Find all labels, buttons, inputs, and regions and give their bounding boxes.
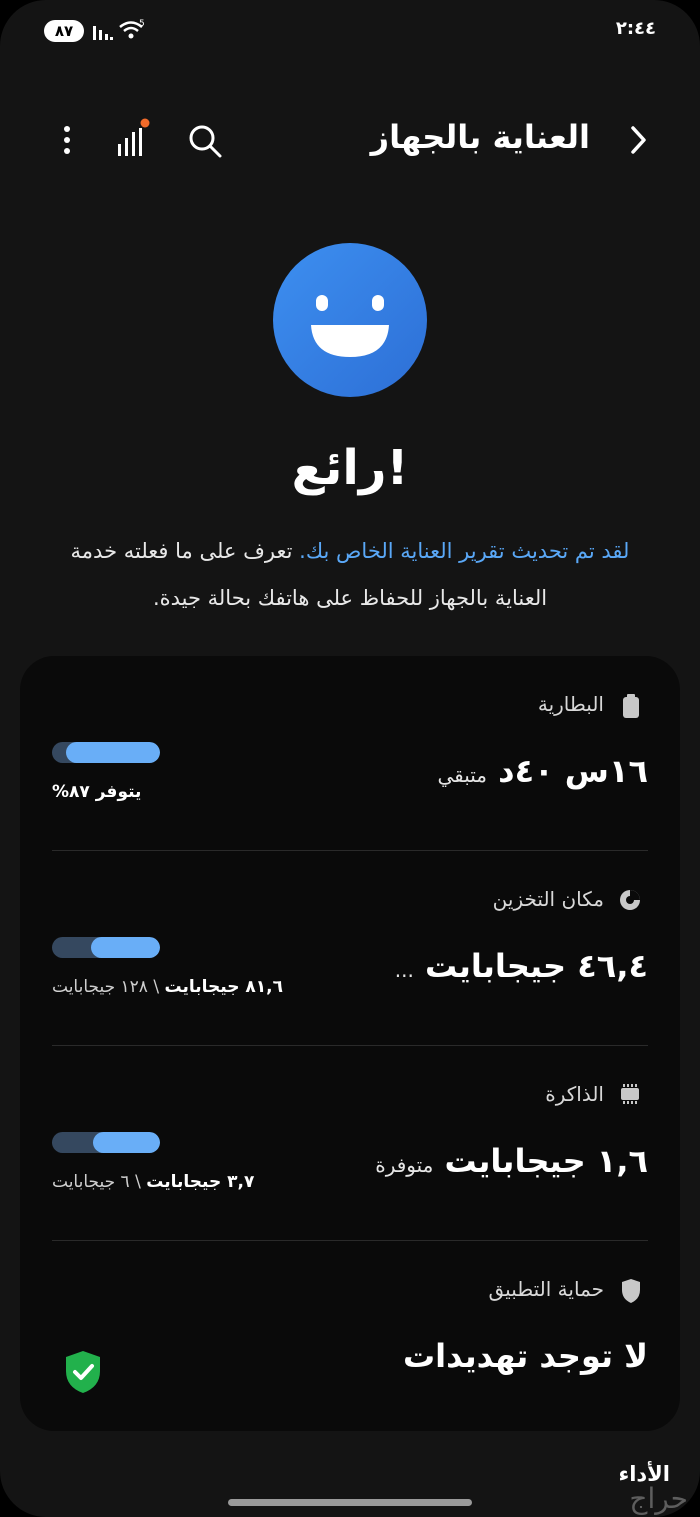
app-protection-label: حماية التطبيق — [488, 1277, 604, 1301]
search-icon[interactable] — [186, 122, 224, 160]
storage-available: ٤٦,٤ جيجابايت ... — [395, 947, 648, 985]
battery-icon — [623, 694, 639, 718]
svg-text:5: 5 — [139, 19, 145, 29]
battery-time: ١٦س ٤٠د — [498, 752, 648, 790]
care-report-link[interactable]: لقد تم تحديث تقرير العناية الخاص بك. — [299, 539, 629, 563]
storage-total: \ ١٢٨ جيجابايت — [52, 977, 165, 997]
memory-section[interactable]: الذاكرة ١,٦ جيجابايت متوفرة ٣,٧ جيجابايت… — [20, 1046, 680, 1241]
storage-bar — [52, 937, 160, 958]
app-protection-section[interactable]: حماية التطبيق لا توجد تهديدات — [20, 1241, 680, 1436]
memory-total: \ ٦ جيجابايت — [52, 1172, 147, 1192]
status-card: البطارية ١٦س ٤٠د متبقي يتوفر ٨٧% مكان ال… — [20, 656, 680, 1431]
status-headline: رائع! — [291, 440, 409, 496]
battery-suffix: متبقي — [437, 763, 488, 787]
battery-bar-fill — [66, 742, 160, 763]
clock: ٢:٤٤ — [615, 18, 656, 39]
watermark: حراج — [629, 1482, 688, 1515]
memory-label: الذاكرة — [545, 1082, 604, 1106]
memory-bar-fill — [93, 1132, 160, 1153]
threats-status: لا توجد تهديدات — [403, 1337, 648, 1375]
home-indicator[interactable] — [228, 1499, 472, 1506]
more-options-icon[interactable] — [56, 124, 78, 160]
status-smiley-icon — [273, 243, 427, 397]
storage-pie-icon — [620, 890, 640, 910]
battery-available: يتوفر ٨٧% — [52, 782, 141, 802]
diagnostics-icon[interactable] — [112, 118, 154, 160]
shield-icon — [622, 1279, 640, 1303]
battery-label: البطارية — [537, 692, 604, 716]
memory-available: ١,٦ جيجابايت متوفرة — [375, 1142, 648, 1180]
battery-indicator: ٨٧ — [44, 20, 84, 42]
shield-check-icon — [66, 1351, 100, 1393]
device-care-screen: ٨٧ 5 ٢:٤٤ العناية بالجهاز رائع! لقد تم ت… — [0, 0, 700, 1517]
wifi-icon: 5 — [119, 19, 145, 39]
signal-icon — [93, 26, 113, 40]
back-arrow-icon[interactable] — [628, 124, 648, 156]
battery-bar — [52, 742, 160, 763]
page-title: العناية بالجهاز — [370, 118, 590, 156]
memory-usage: ٣,٧ جيجابايت \ ٦ جيجابايت — [52, 1172, 254, 1192]
storage-bar-fill — [90, 937, 160, 958]
memory-bar — [52, 1132, 160, 1153]
storage-suffix: ... — [394, 958, 414, 982]
battery-available-text: يتوفر ٨٧% — [52, 782, 142, 802]
storage-section[interactable]: مكان التخزين ٤٦,٤ جيجابايت ... ٨١,٦ جيجا… — [20, 851, 680, 1046]
status-bar: ٨٧ 5 ٢:٤٤ — [0, 14, 700, 50]
memory-chip-icon — [621, 1084, 639, 1104]
battery-remaining: ١٦س ٤٠د متبقي — [437, 752, 648, 790]
memory-used: ٣,٧ جيجابايت — [146, 1172, 255, 1192]
memory-suffix: متوفرة — [375, 1153, 434, 1177]
storage-used: ٨١,٦ جيجابايت — [164, 977, 283, 997]
storage-value: ٤٦,٤ جيجابايت — [424, 947, 648, 985]
storage-usage: ٨١,٦ جيجابايت \ ١٢٨ جيجابايت — [52, 977, 283, 997]
memory-value: ١,٦ جيجابايت — [444, 1142, 648, 1180]
storage-label: مكان التخزين — [492, 887, 604, 911]
app-bar: العناية بالجهاز — [0, 112, 700, 168]
status-description: لقد تم تحديث تقرير العناية الخاص بك. تعر… — [60, 528, 640, 622]
battery-section[interactable]: البطارية ١٦س ٤٠د متبقي يتوفر ٨٧% — [20, 656, 680, 851]
